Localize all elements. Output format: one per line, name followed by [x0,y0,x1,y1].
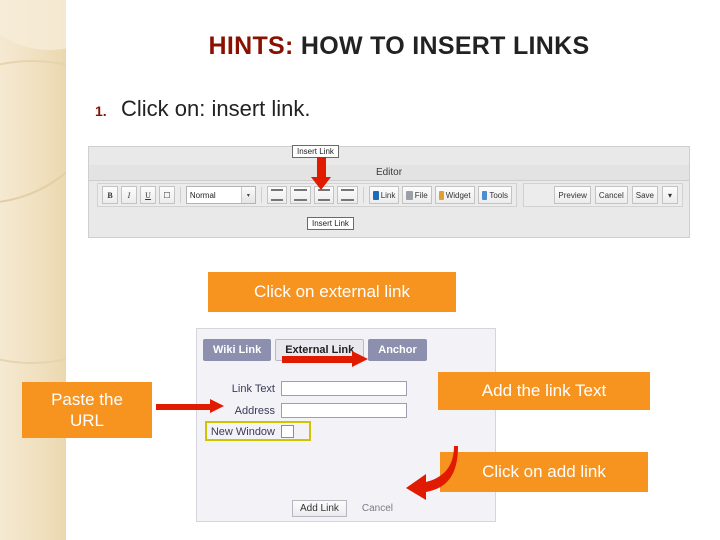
format-select-value: Normal [189,190,216,200]
bulleted-list-icon[interactable] [290,186,311,204]
insert-link-callout-top: Insert Link [292,145,339,158]
decorative-left-band [0,0,78,540]
red-arrow-to-address-field [156,399,236,414]
red-arrow-to-external-tab [282,351,370,367]
link-text-row: Link Text [207,381,407,396]
underline-button[interactable]: U [140,186,156,204]
link-text-label: Link Text [231,382,275,395]
callout-click-add-link: Click on add link [440,452,648,492]
link-button-label: Link [380,190,396,200]
editor-toolbar-screenshot: Editor B I U ☐ Normal ▾ Link File Widget… [88,145,690,238]
add-link-button[interactable]: Add Link [291,499,347,517]
insert-link-callout-bottom: Insert Link [307,217,354,230]
link-icon [372,190,379,200]
page-title-rest: HOW TO INSERT LINKS [293,32,590,60]
toolbar-separator-2 [260,187,262,203]
save-dropdown-caret-icon[interactable]: ▾ [662,186,678,204]
callout-paste-url-line1: Paste the [51,389,123,409]
tools-icon [481,190,488,200]
tools-button[interactable]: Tools [477,186,513,204]
format-select[interactable]: Normal ▾ [185,186,256,204]
paste-icon[interactable]: ☐ [159,186,175,204]
preview-button[interactable]: Preview [554,186,591,204]
arrow-stem [156,404,214,410]
address-input[interactable] [281,403,407,418]
arrow-head [352,351,368,367]
arrow-head [311,177,331,190]
arrow-head [210,399,224,413]
file-button[interactable]: File [402,186,432,204]
toolbar-separator [180,187,181,203]
tools-button-label: Tools [489,190,509,200]
bullet-text: Click on: insert link. [121,96,311,121]
save-button[interactable]: Save [631,186,658,204]
editor-toolbar-right: Preview Cancel Save ▾ [523,183,683,207]
callout-paste-url: Paste the URL [22,382,152,438]
widget-icon [438,190,444,200]
bold-button[interactable]: B [102,186,118,204]
chevron-down-icon[interactable]: ▾ [240,187,255,203]
dialog-cancel-button[interactable]: Cancel [355,501,400,516]
bullet-item: 1. Click on: insert link. [95,96,635,122]
file-icon [406,190,413,200]
tab-anchor[interactable]: Anchor [368,339,427,361]
arrow-stem [317,157,326,179]
arrow-stem [282,356,356,363]
editor-toolbar-left: B I U ☐ Normal ▾ Link File Widget Tools [97,183,517,207]
widget-button[interactable]: Widget [434,186,475,204]
band-white-stripe [66,0,78,540]
widget-button-label: Widget [445,190,471,200]
italic-button[interactable]: I [121,186,137,204]
red-curved-arrow-to-add-link [406,446,458,500]
tab-wiki-link[interactable]: Wiki Link [203,339,272,361]
toolbar-separator-3 [362,187,364,203]
page-title-prefix: HINTS: [208,32,294,60]
page-title: HINTS: HOW TO INSERT LINKS [78,32,720,61]
link-button[interactable]: Link [368,186,400,204]
callout-paste-url-line2: URL [69,411,104,430]
indent-icon[interactable] [337,186,358,204]
callout-external-link: Click on external link [208,272,456,312]
cancel-button[interactable]: Cancel [594,186,628,204]
editor-header-label: Editor [375,167,403,178]
file-button-label: File [414,190,428,200]
address-row: Address [207,403,407,418]
bullet-number: 1. [95,103,107,119]
callout-add-link-text: Add the link Text [438,372,650,410]
new-window-highlight-box [205,421,311,441]
numbered-list-icon[interactable] [266,186,288,204]
link-text-input[interactable] [281,381,407,396]
